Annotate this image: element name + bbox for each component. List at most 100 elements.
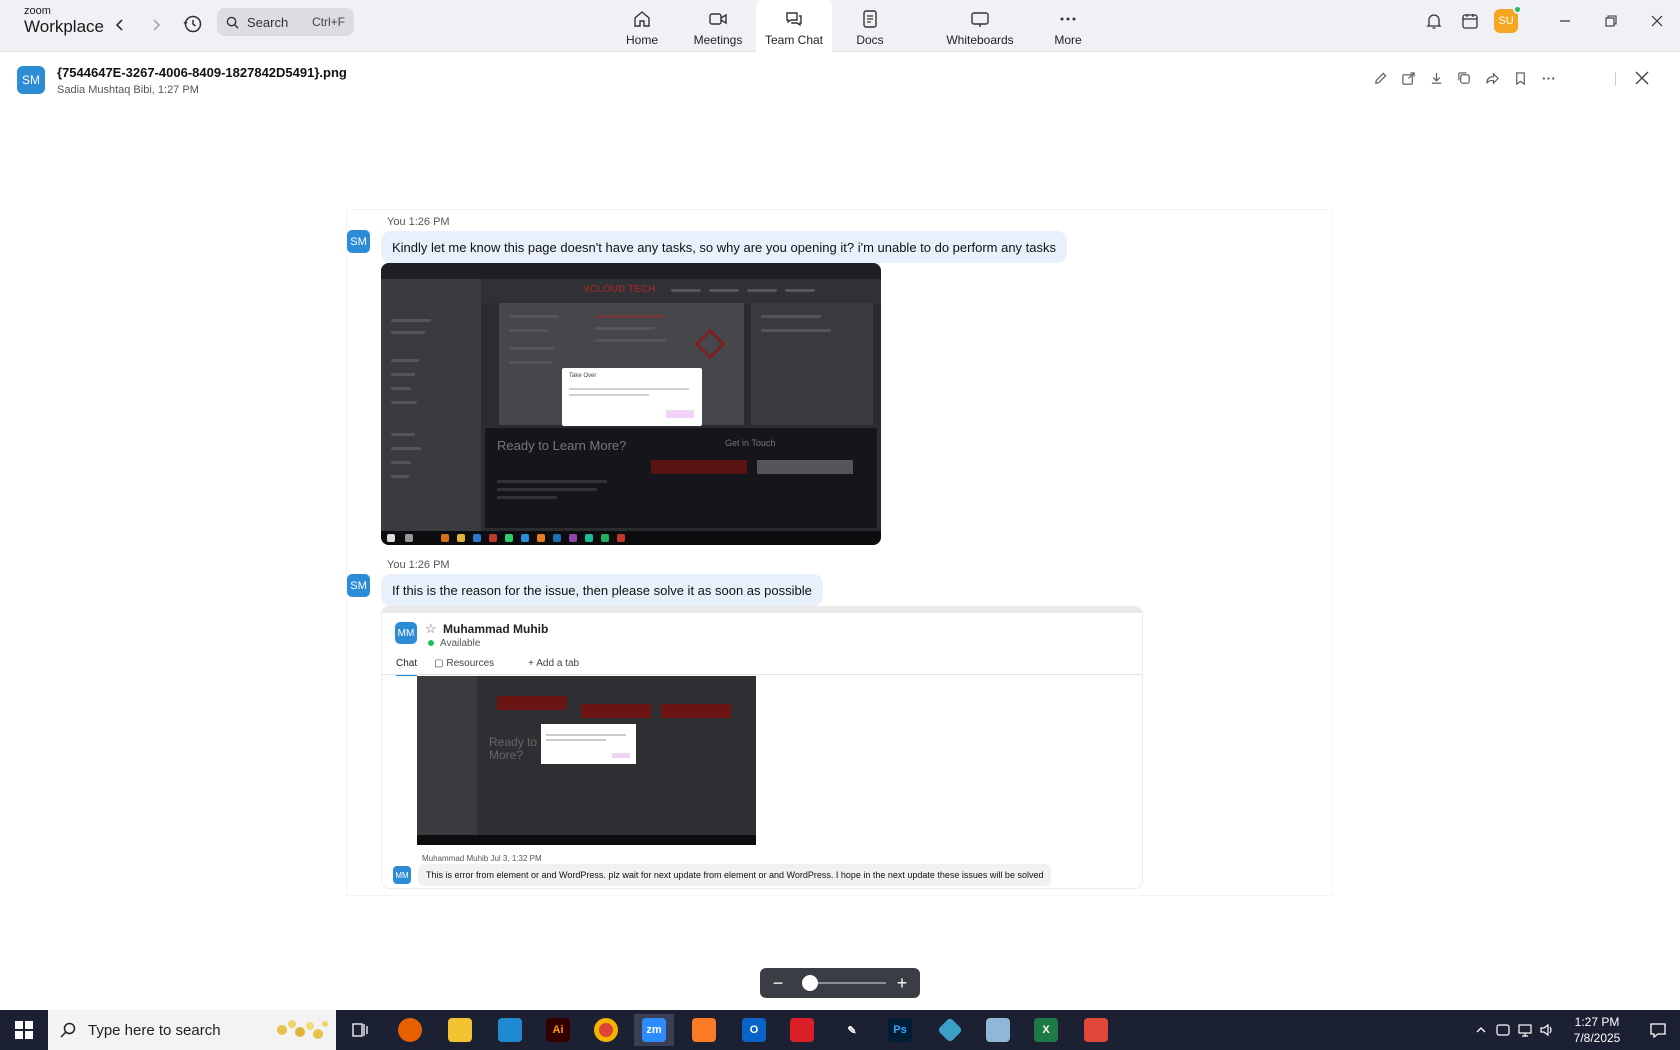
outlook-icon[interactable]: O <box>734 1014 774 1046</box>
network-icon[interactable] <box>1514 1023 1536 1037</box>
open-external-icon[interactable] <box>1394 66 1422 90</box>
zoom-in-button[interactable]: + <box>890 971 914 995</box>
history-icon[interactable] <box>181 12 205 36</box>
more-icon <box>1060 17 1076 21</box>
tab-meetings[interactable]: Meetings <box>680 0 756 52</box>
bookmark-icon[interactable] <box>1506 66 1534 90</box>
tab-home-label: Home <box>625 33 658 47</box>
clock-time: 1:27 PM <box>1574 1015 1620 1029</box>
shot-get-in-touch: Get in Touch <box>725 438 776 448</box>
sender-avatar: SM <box>17 66 45 94</box>
tab-whiteboards-label: Whiteboards <box>946 33 1014 47</box>
app-diamond-icon[interactable] <box>930 1014 970 1046</box>
app-top-bar: zoom Workplace Search Ctrl+F Home Meetin… <box>0 0 1680 52</box>
chat-icon <box>786 12 802 27</box>
shot-footer: Ready to Learn More? Get in Touch <box>485 428 877 528</box>
video-icon <box>709 13 727 25</box>
message-bubble: If this is the reason for the issue, the… <box>381 574 823 606</box>
taskbar-search-input[interactable]: Type here to search <box>48 1010 336 1050</box>
edit-icon[interactable] <box>1366 66 1394 90</box>
zoom-app-icon[interactable]: zm <box>634 1014 674 1046</box>
search-input[interactable]: Search Ctrl+F <box>217 8 354 36</box>
shot-dialog-title: Take Over <box>569 373 597 379</box>
shot-right-panel <box>751 303 873 425</box>
zoom-slider-thumb[interactable] <box>802 975 819 991</box>
notification-icon[interactable] <box>1636 1010 1680 1050</box>
illustrator-icon[interactable]: Ai <box>538 1014 578 1046</box>
tab-home[interactable]: Home <box>604 0 680 52</box>
tray-app-icon[interactable] <box>1492 1023 1514 1037</box>
back-icon[interactable] <box>108 13 132 37</box>
divider <box>1615 72 1616 86</box>
notes-app-icon[interactable] <box>978 1014 1018 1046</box>
restore-button[interactable] <box>1588 0 1634 42</box>
excel-icon[interactable]: X <box>1026 1014 1066 1046</box>
avatar-initials: SU <box>1498 15 1514 27</box>
download-icon[interactable] <box>1422 66 1450 90</box>
message-meta: You 1:26 PM <box>387 216 450 228</box>
chevron-up-icon[interactable] <box>1470 1024 1492 1036</box>
shot-divider <box>382 674 1142 675</box>
vscode-icon[interactable] <box>490 1014 530 1046</box>
tab-meetings-label: Meetings <box>693 33 743 47</box>
zoom-out-button[interactable]: − <box>766 971 790 995</box>
pen-tool-icon[interactable]: ✎ <box>832 1014 872 1046</box>
presence-dot <box>428 640 434 646</box>
whiteboard-icon <box>971 12 989 27</box>
search-highlight-decoration <box>277 1020 328 1039</box>
avatar[interactable]: SU <box>1488 3 1524 39</box>
message-avatar: SM <box>347 230 370 253</box>
share-icon[interactable] <box>1478 66 1506 90</box>
close-icon[interactable] <box>1630 66 1654 90</box>
photoshop-icon[interactable]: Ps <box>880 1014 920 1046</box>
minimize-button[interactable] <box>1542 0 1588 42</box>
shot-taskbar <box>381 531 881 545</box>
shot-nested-dialog <box>541 724 636 764</box>
more-options-icon[interactable] <box>1534 66 1562 90</box>
file-explorer-icon[interactable] <box>440 1014 480 1046</box>
search-icon <box>226 16 239 29</box>
volume-icon[interactable] <box>1536 1023 1558 1037</box>
search-shortcut: Ctrl+F <box>312 15 345 29</box>
tab-docs[interactable]: Docs <box>832 0 908 52</box>
windows-taskbar: Type here to search Ai zm O ✎ Ps X 1:27 … <box>0 1010 1680 1050</box>
close-window-button[interactable] <box>1634 0 1680 42</box>
shot-reply-meta: Muhammad Muhib Jul 3, 1:32 PM <box>422 854 542 863</box>
shot-contact-status: Available <box>428 638 480 649</box>
shot-nested-screenshot: Ready to More? <box>417 676 756 845</box>
logo-big-text: Workplace <box>24 17 104 36</box>
task-view-icon[interactable] <box>340 1014 380 1046</box>
firefox-icon[interactable] <box>390 1014 430 1046</box>
shot-dialog: Take Over <box>562 368 702 426</box>
copy-icon[interactable] <box>1450 66 1478 90</box>
main-tabs: Home Meetings Team Chat Docs Whiteboards… <box>604 0 1106 52</box>
windows-icon <box>15 1021 33 1039</box>
tab-whiteboards[interactable]: Whiteboards <box>930 0 1030 52</box>
clock-date: 7/8/2025 <box>1573 1031 1621 1045</box>
image-preview: You 1:26 PM SM Kindly let me know this p… <box>347 210 1332 895</box>
xampp-icon[interactable] <box>684 1014 724 1046</box>
shot-ready-text: Ready to Learn More? <box>497 438 627 453</box>
star-icon: ☆ <box>425 621 437 636</box>
tab-more[interactable]: More <box>1030 0 1106 52</box>
calendar-icon[interactable] <box>1452 3 1488 39</box>
creative-cloud-icon[interactable] <box>782 1014 822 1046</box>
logo-small-text: zoom <box>24 5 51 17</box>
windows-start-button[interactable] <box>0 1010 48 1050</box>
shot-sidebar <box>381 279 481 531</box>
shot-dialog-button <box>666 410 694 418</box>
screenshot-attachment-1: VCLOUD TECH Ready to Learn More? Get in … <box>381 263 881 545</box>
bell-icon[interactable] <box>1416 3 1452 39</box>
taskbar-clock[interactable]: 1:27 PM 7/8/2025 <box>1558 1014 1636 1046</box>
chrome-icon[interactable] <box>586 1014 626 1046</box>
message-meta: You 1:26 PM <box>387 559 450 571</box>
shot-reply-avatar: MM <box>393 866 411 884</box>
shot-contact-name: Muhammad Muhib <box>443 622 549 636</box>
message-bubble: Kindly let me know this page doesn't hav… <box>381 231 1067 263</box>
snipping-tool-icon[interactable] <box>1076 1014 1116 1046</box>
tab-team-chat-label: Team Chat <box>764 33 824 47</box>
tab-team-chat[interactable]: Team Chat <box>756 0 832 52</box>
shot-status-text: Available <box>440 638 481 649</box>
file-actions <box>1366 66 1562 90</box>
forward-icon[interactable] <box>144 13 168 37</box>
